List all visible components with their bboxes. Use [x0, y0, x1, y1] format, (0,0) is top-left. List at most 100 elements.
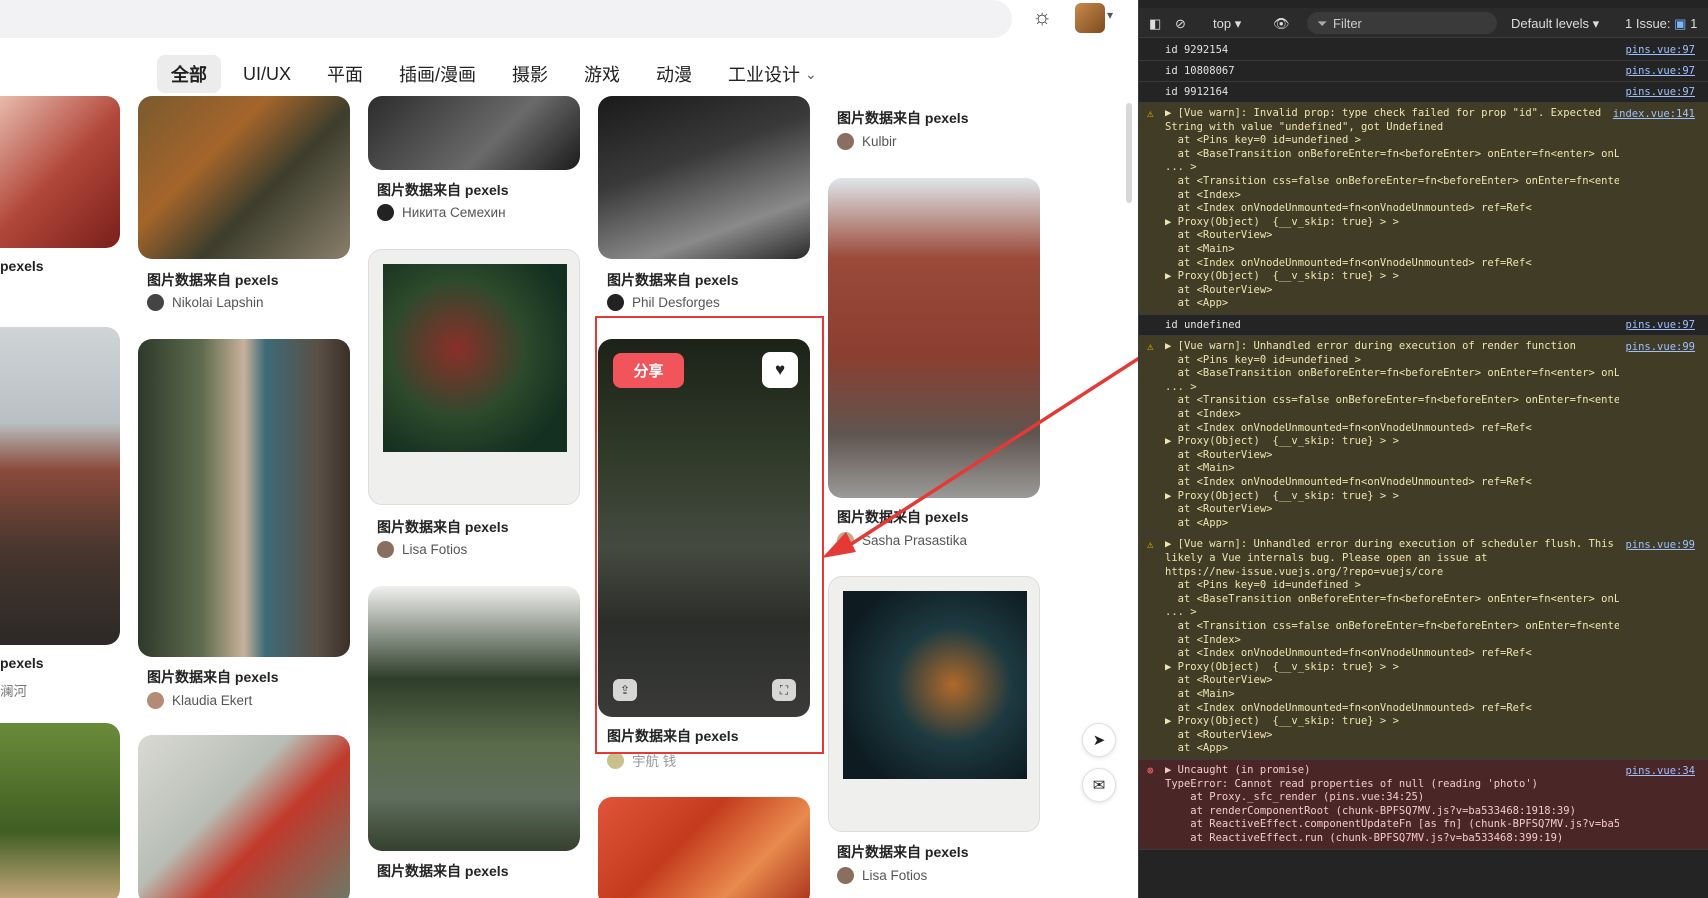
source-link[interactable]: pins.vue:97 — [1625, 64, 1695, 79]
mail-icon[interactable]: ✉ — [1082, 768, 1116, 802]
message-line: ... > — [1165, 161, 1197, 174]
pin-image[interactable] — [368, 249, 580, 505]
eye-icon[interactable]: 👁 — [1273, 16, 1290, 32]
chevron-down-icon[interactable]: ▾ — [1107, 8, 1113, 22]
message-line: ... > — [1165, 380, 1197, 393]
tab-uiux[interactable]: UI/UX — [229, 58, 305, 91]
author-name: Lisa Fotios — [402, 542, 468, 557]
pin-author: Sasha Prasastika — [837, 532, 967, 549]
levels-dropdown[interactable]: Default levels ▾ — [1511, 16, 1599, 32]
message-body: ▶ [Vue warn]: Invalid prop: type check f… — [1165, 107, 1619, 311]
message-line[interactable]: ▶ [Vue warn]: Unhandled error during exe… — [1165, 538, 1619, 552]
pin-author: Kulbir — [837, 133, 897, 150]
pin-image[interactable] — [828, 178, 1040, 498]
message-line: at <Index onVnodeUnmounted=fn<onVnodeUnm… — [1165, 202, 1532, 215]
pin-title: 图片数据来自 pexels — [607, 272, 739, 288]
message-line[interactable]: ▶ [Vue warn]: Invalid prop: type check f… — [1165, 107, 1619, 121]
context-label: top — [1213, 16, 1232, 31]
tab-industrial-design[interactable]: 工业设计 — [714, 55, 814, 93]
scrollbar[interactable] — [1126, 103, 1132, 203]
source-link[interactable]: pins.vue:97 — [1625, 318, 1695, 333]
message-line: at <Pins key=0 id=undefined > — [1165, 579, 1361, 592]
issues-count: 1 — [1690, 16, 1698, 31]
message-line: at <Main> — [1165, 687, 1235, 700]
pin-image[interactable] — [138, 96, 350, 259]
pin-author: Lisa Fotios — [837, 867, 927, 884]
message-line: at <Index> — [1165, 633, 1241, 646]
author-name: Klaudia Ekert — [172, 693, 253, 708]
source-link[interactable]: index.vue:141 — [1613, 107, 1695, 122]
source-link[interactable]: pins.vue:97 — [1625, 43, 1695, 58]
pin-image[interactable] — [138, 735, 350, 898]
message-line: likely a Vue internals bug. Please open … — [1165, 551, 1488, 564]
source-link[interactable]: pins.vue:99 — [1625, 538, 1695, 553]
pin-image[interactable] — [368, 586, 580, 851]
search-bar[interactable] — [0, 0, 1012, 38]
source-link[interactable]: pins.vue:99 — [1625, 340, 1695, 355]
pin-author: Никита Семехин — [377, 204, 506, 221]
message-line[interactable]: ▶ Uncaught (in promise) — [1165, 764, 1619, 778]
pin-title: 图片数据来自 pexels — [377, 182, 509, 198]
pin-author: 宇航 钱 — [607, 750, 676, 770]
source-link[interactable]: pins.vue:34 — [1625, 764, 1695, 779]
author-name: Никита Семехин — [402, 205, 506, 220]
hovered-pin-image[interactable] — [598, 339, 810, 717]
tab-anime[interactable]: 动漫 — [642, 55, 706, 93]
issues-button[interactable]: 1 Issue: ▣ 1 — [1625, 16, 1697, 32]
author-name: 宇航 钱 — [632, 754, 677, 769]
pin-image[interactable] — [0, 723, 120, 898]
sun-icon[interactable]: ☼ — [1032, 4, 1052, 30]
pin-title: 图片数据来自 pexels — [147, 669, 279, 685]
tab-illustration[interactable]: 插画/漫画 — [385, 55, 490, 93]
console-error-row: ⊗ ▶ Uncaught (in promise) TypeError: Canno… — [1139, 760, 1708, 850]
filter-input[interactable]: ⏷ Filter — [1307, 12, 1497, 34]
send-icon[interactable]: ➤ — [1082, 723, 1116, 757]
source-link[interactable]: pins.vue:97 — [1625, 85, 1695, 100]
message-line: at <Pins key=0 id=undefined > — [1165, 134, 1361, 147]
console-log-row: id undefined pins.vue:97 — [1139, 315, 1708, 336]
pin-image[interactable] — [368, 96, 580, 170]
tab-graphic[interactable]: 平面 — [313, 55, 377, 93]
message-line[interactable]: ▶ Proxy(Object) {__v_skip: true} > > — [1165, 715, 1619, 729]
console-warning-row: ⚠ ▶ [Vue warn]: Invalid prop: type check … — [1139, 103, 1708, 315]
message-line[interactable]: ▶ Proxy(Object) {__v_skip: true} > > — [1165, 490, 1619, 504]
message-line[interactable]: ▶ Proxy(Object) {__v_skip: true} > > — [1165, 270, 1619, 284]
message-body: ▶ [Vue warn]: Unhandled error during exe… — [1165, 340, 1619, 530]
console-log-row: id 10808067 pins.vue:97 — [1139, 61, 1708, 82]
message-line: at <Index> — [1165, 188, 1241, 201]
message-line: at <BaseTransition onBeforeEnter=fn<befo… — [1177, 367, 1619, 380]
pin-author: Klaudia Ekert — [147, 692, 252, 709]
avatar[interactable] — [1075, 3, 1105, 33]
message-line[interactable]: ▶ Proxy(Object) {__v_skip: true} > > — [1165, 216, 1619, 230]
author-avatar — [377, 541, 394, 558]
console-toolbar: ◧ ⊘ top ▾ 👁 ⏷ Filter Default levels ▾ 1 I… — [1139, 8, 1708, 38]
pin-title: 图片数据来自 pexels — [377, 519, 509, 535]
sidebar-toggle-icon[interactable]: ◧ — [1149, 16, 1161, 32]
message-line: at <App> — [1165, 297, 1229, 310]
pin-image[interactable] — [0, 96, 120, 248]
share-button[interactable]: 分享 — [613, 353, 684, 388]
upload-icon[interactable]: ⇪ — [613, 679, 637, 701]
console-warning-row: ⚠ ▶ [Vue warn]: Unhandled error during ex… — [1139, 534, 1708, 760]
message-line[interactable]: ▶ Proxy(Object) {__v_skip: true} > > — [1165, 435, 1619, 449]
pin-image[interactable] — [0, 327, 120, 645]
pin-image[interactable] — [828, 576, 1040, 832]
fullscreen-icon[interactable]: ⛶ — [772, 679, 796, 701]
pin-image[interactable] — [598, 96, 810, 259]
tabs-more-chevron-icon[interactable]: ⌄ — [805, 66, 817, 83]
pin-image[interactable] — [598, 797, 810, 898]
tab-all[interactable]: 全部 — [157, 55, 221, 93]
context-selector[interactable]: top ▾ — [1213, 16, 1241, 32]
pin-image[interactable] — [138, 339, 350, 657]
clear-console-icon[interactable]: ⊘ — [1175, 16, 1186, 32]
issue-icon: ▣ — [1674, 16, 1687, 31]
message-line: at ReactiveEffect.componentUpdateFn [as … — [1190, 818, 1619, 831]
pin-title: pexels — [0, 655, 44, 671]
message-line[interactable]: ▶ Proxy(Object) {__v_skip: true} > > — [1165, 661, 1619, 675]
message-line: at <Index onVnodeUnmounted=fn<onVnodeUnm… — [1165, 421, 1532, 434]
tab-photography[interactable]: 摄影 — [498, 55, 562, 93]
message-line: at <Index onVnodeUnmounted=fn<onVnodeUnm… — [1165, 647, 1532, 660]
favorite-heart-icon[interactable]: ♥ — [762, 352, 798, 388]
message-line[interactable]: ▶ [Vue warn]: Unhandled error during exe… — [1165, 340, 1619, 354]
tab-games[interactable]: 游戏 — [570, 55, 634, 93]
